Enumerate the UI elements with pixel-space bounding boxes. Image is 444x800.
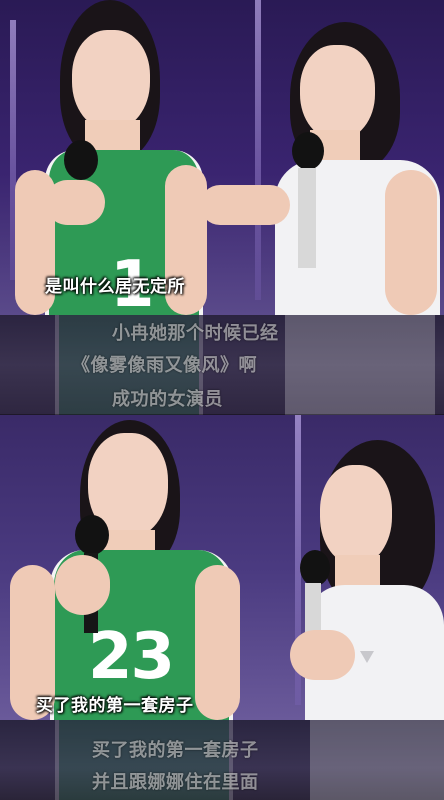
faded-subtitle-strip: 买了我的第一套房子 并且跟娜娜住在里面: [0, 720, 444, 800]
bottom-video-frame: 23 买了我的第一套房子: [0, 415, 444, 720]
ghost-figure: [310, 720, 444, 800]
video-screenshot-collage: 1 是叫什么居无定所 小冉她那个时候已经 《像雾像雨又像风》啊 成功的女演员 2…: [0, 0, 444, 800]
faded-subtitle-strip: 小冉她那个时候已经 《像雾像雨又像风》啊 成功的女演员: [0, 315, 444, 415]
ghost-figure: [285, 315, 435, 415]
microphone-icon: [64, 140, 98, 180]
right-woman-hand: [290, 630, 355, 680]
right-woman-face: [320, 465, 392, 565]
faded-subtitle: 并且跟娜娜住在里面: [92, 772, 259, 793]
microphone-icon: [300, 550, 330, 586]
left-woman-arm: [195, 565, 240, 720]
jersey-number: 23: [88, 620, 175, 694]
microphone-icon: [75, 515, 109, 555]
faded-subtitle: 成功的女演员: [112, 389, 223, 410]
faded-subtitle: 买了我的第一套房子: [92, 740, 259, 761]
left-woman-hand: [55, 555, 110, 615]
right-woman-face: [300, 45, 375, 140]
left-woman-face: [72, 30, 150, 130]
right-woman-arm: [385, 170, 437, 315]
top-video-frame: 1 是叫什么居无定所: [0, 0, 444, 315]
faded-subtitle: 《像雾像雨又像风》啊: [72, 355, 257, 376]
stage-light: [255, 0, 261, 300]
subtitle-top: 是叫什么居无定所: [45, 277, 185, 297]
left-woman-hand: [45, 180, 105, 225]
microphone-handle: [298, 168, 316, 268]
subtitle-bottom: 买了我的第一套房子: [36, 696, 194, 716]
microphone-icon: [292, 132, 324, 170]
right-woman-hand: [200, 185, 290, 225]
brand-logo-icon: [360, 651, 374, 663]
faded-subtitle: 小冉她那个时候已经: [112, 323, 279, 344]
